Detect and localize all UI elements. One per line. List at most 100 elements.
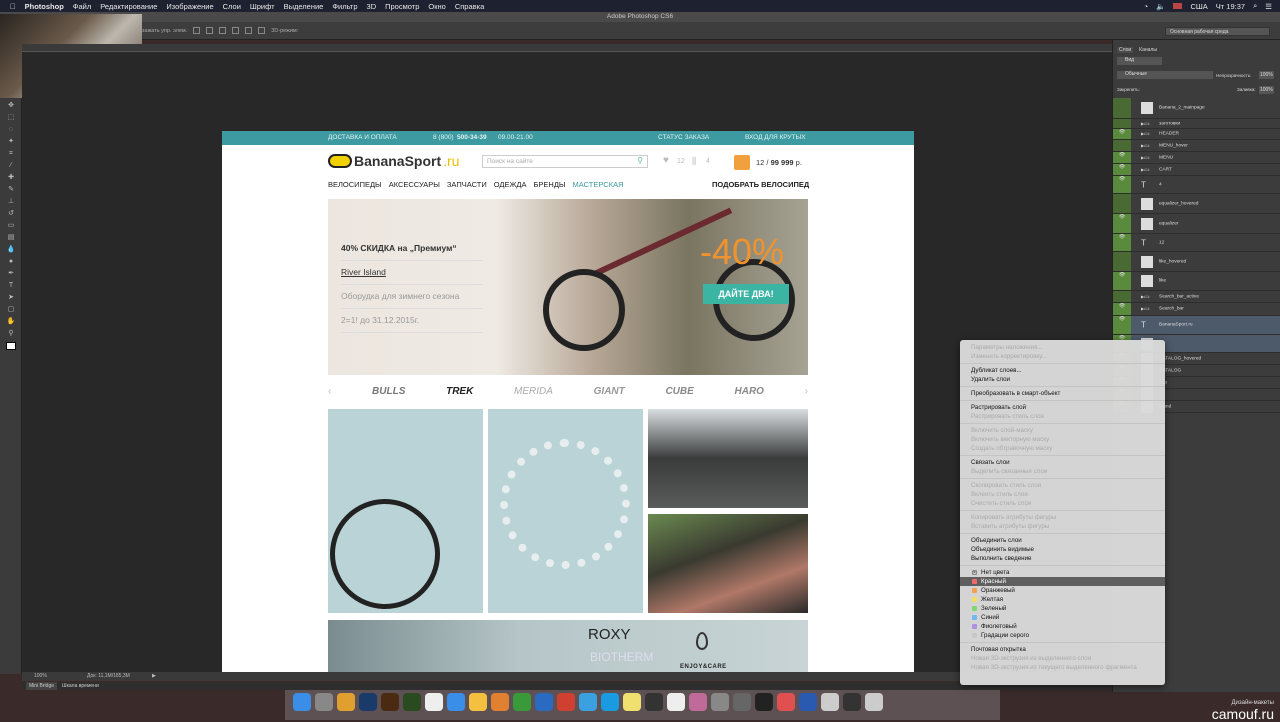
layer-row[interactable]: equalizer_hovered [1113,194,1280,214]
label-color-item[interactable]: Оранжевый [960,586,1165,595]
prefs-dock-icon[interactable] [711,693,729,711]
input-source[interactable]: США [1190,2,1207,11]
illustrator-dock-icon[interactable] [381,693,399,711]
nav-brands[interactable]: БРЕНДЫ [533,180,565,189]
tab-timeline[interactable]: Шкала времени [62,682,99,690]
pen-icon[interactable]: ✒ [6,270,16,278]
product-tile-jeep[interactable] [648,409,808,508]
menu-type[interactable]: Шрифт [250,2,275,11]
menu-app[interactable]: Photoshop [25,2,64,11]
context-menu-item[interactable]: Выполнить сведение [960,554,1165,563]
chrome2-dock-icon[interactable] [557,693,575,711]
align-icon[interactable] [193,27,201,34]
context-menu-item[interactable]: Почтовая открытка [960,645,1165,654]
text-dock-icon[interactable] [667,693,685,711]
context-menu-item[interactable]: Объединить слои [960,536,1165,545]
visibility-eye-icon[interactable]: 👁 [1113,129,1131,139]
safari-dock-icon[interactable] [447,693,465,711]
hand-icon[interactable]: ✋ [6,318,16,326]
layer-row[interactable]: ▸▭ Search_bar_active [1113,291,1280,303]
wifi-icon[interactable]: ◔ [1144,2,1149,11]
product-tile-bike[interactable] [328,409,483,613]
brand-logo[interactable]: GIANT [594,386,625,397]
label-color-item[interactable]: Желтая [960,595,1165,604]
terminal-dock-icon[interactable] [843,693,861,711]
history-brush-icon[interactable]: ↺ [6,210,16,218]
finder-dock-icon[interactable] [293,693,311,711]
hero-item[interactable]: 2=1! до 31.12.2015г. [341,315,483,333]
tab-layers[interactable]: Слои [1117,47,1134,53]
sketch-dock-icon[interactable] [469,693,487,711]
healing-icon[interactable]: ✚ [6,174,16,182]
cta-button[interactable]: ДАЙТЕ ДВА! [703,284,789,304]
layer-row[interactable]: ▸▭ заготовки [1113,119,1280,129]
chevron-right-icon[interactable]: › [805,386,808,397]
product-tile-apparel[interactable] [648,514,808,613]
menu-layer[interactable]: Слои [223,2,241,11]
gradient-icon[interactable]: ▤ [6,234,16,242]
marquee-tool-icon[interactable]: ⬚ [6,114,16,122]
menu-edit[interactable]: Редактирование [100,2,157,11]
brush-icon[interactable]: ✎ [6,186,16,194]
nav-workshop[interactable]: МАСТЕРСКАЯ [573,180,624,189]
layer-filter-select[interactable]: Вид [1117,57,1162,65]
visibility-eye-icon[interactable] [1113,194,1131,213]
hero-item[interactable]: 40% СКИДКА на „Премиум“ [341,243,483,261]
visibility-eye-icon[interactable] [1113,119,1131,128]
camera-dock-icon[interactable] [755,693,773,711]
nav-clothes[interactable]: ОДЕЖДА [494,180,527,189]
apple-icon[interactable]:  [10,2,16,11]
brand-logo[interactable]: BULLS [372,386,405,397]
visibility-eye-icon[interactable]: 👁 [1113,303,1131,315]
layer-row[interactable]: ▸▭ MENU_hover [1113,140,1280,152]
blur-icon[interactable]: 💧 [6,246,16,254]
visibility-eye-icon[interactable] [1113,291,1131,302]
menu-filter[interactable]: Фильтр [332,2,357,11]
spotlight-icon[interactable]: ⌕ [1253,1,1257,11]
layer-row[interactable]: like_hovered [1113,252,1280,272]
type-tool-icon[interactable]: T [6,282,16,290]
visibility-eye-icon[interactable]: 👁 [1113,152,1131,163]
visibility-eye-icon[interactable]: 👁 [1113,164,1131,175]
layer-row[interactable]: Banana_2_mainpage [1113,98,1280,119]
word-dock-icon[interactable] [799,693,817,711]
cart-icon[interactable] [734,155,750,170]
lasso-tool-icon[interactable]: ◌ [6,126,16,134]
menu-3d[interactable]: 3D [367,2,377,11]
layer-row[interactable]: 👁 ▸▭ HEADER [1113,129,1280,140]
dreamweaver-dock-icon[interactable] [403,693,421,711]
brand-logo[interactable]: CUBE [665,386,693,397]
delivery-link[interactable]: ДОСТАВКА И ОПЛАТА [328,134,397,141]
visibility-eye-icon[interactable] [1113,98,1131,118]
shape-icon[interactable]: ▢ [6,306,16,314]
launchpad-dock-icon[interactable] [315,693,333,711]
nav-parts[interactable]: ЗАПЧАСТИ [447,180,487,189]
zoom-tool-icon[interactable]: ⚲ [6,330,16,338]
brand-logo[interactable]: MERIDA [514,386,553,397]
nav-bikes[interactable]: ВЕЛОСИПЕДЫ [328,180,382,189]
layer-row[interactable]: 👁 T 12 [1113,234,1280,252]
product-tile-brake[interactable] [488,409,643,613]
tab-minibridge[interactable]: Mini Bridge [26,682,58,690]
visibility-eye-icon[interactable]: 👁 [1113,176,1131,193]
order-status-link[interactable]: СТАТУС ЗАКАЗА [658,134,709,141]
stamp-icon[interactable]: ⊥ [6,198,16,206]
context-menu-item[interactable]: Дубликат слоев... [960,366,1165,375]
menu-file[interactable]: Файл [73,2,91,11]
align-icon[interactable] [245,27,253,34]
safari2-dock-icon[interactable] [579,693,597,711]
label-color-item[interactable]: Зеленый [960,604,1165,613]
brand-logo[interactable]: TREK [446,386,473,397]
visibility-eye-icon[interactable]: 👁 [1113,214,1131,233]
promo-banner[interactable]: ROXY BIOTHERM ENJOY&CARE [328,620,808,672]
menu-help[interactable]: Справка [455,2,484,11]
trash-dock-icon[interactable] [865,693,883,711]
site-logo[interactable]: BananaSport .ru [328,153,459,169]
equalizer-icon[interactable]: ⫼ [692,156,696,167]
magic-wand-icon[interactable]: ✦ [6,138,16,146]
login-link[interactable]: ВХОД ДЛЯ КРУТЫХ [745,134,806,141]
app-dock-icon[interactable] [645,693,663,711]
leaf-dock-icon[interactable] [513,693,531,711]
layer-row[interactable]: 👁 equalizer [1113,214,1280,234]
context-menu-item[interactable]: Растрировать слой [960,403,1165,412]
